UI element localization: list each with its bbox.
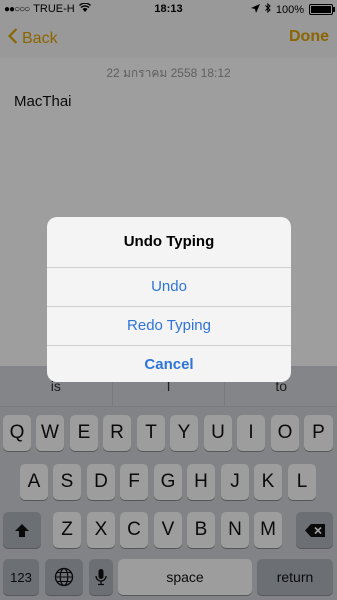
redo-typing-button[interactable]: Redo Typing (47, 306, 291, 345)
alert-title: Undo Typing (123, 233, 215, 250)
undo-button[interactable]: Undo (47, 267, 291, 306)
undo-alert: Undo Typing Undo Redo Typing Cancel (47, 217, 291, 382)
cancel-button[interactable]: Cancel (47, 345, 291, 382)
